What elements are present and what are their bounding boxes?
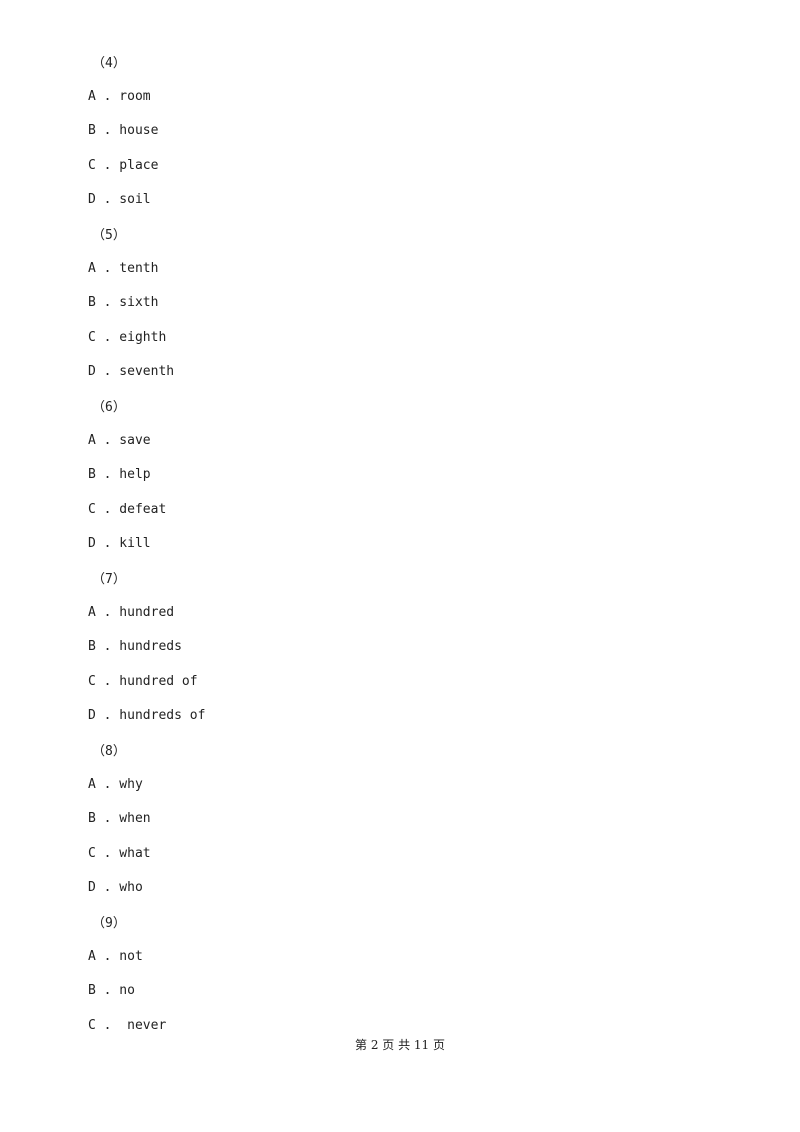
answer-option: A . tenth bbox=[88, 261, 159, 276]
answer-option: B . sixth bbox=[88, 295, 159, 311]
question-number: （9） bbox=[92, 916, 126, 931]
answer-option: A . room bbox=[88, 89, 151, 104]
answer-option: A . save bbox=[88, 433, 151, 448]
answer-option: C . eighth bbox=[88, 329, 167, 345]
answer-option: B . no bbox=[88, 983, 135, 999]
answer-option: A . why bbox=[88, 777, 143, 792]
answer-option: D . seventh bbox=[88, 364, 175, 380]
answer-option: C . never bbox=[88, 1017, 167, 1033]
answer-option: C . defeat bbox=[88, 501, 167, 517]
answer-option: C . hundred of bbox=[88, 673, 198, 689]
question-number: （7） bbox=[92, 572, 126, 587]
answer-option: B . when bbox=[88, 811, 151, 827]
answer-option: B . house bbox=[88, 123, 159, 139]
answer-option: A . hundred bbox=[88, 605, 175, 620]
answer-option: B . hundreds bbox=[88, 639, 182, 655]
question-number: （8） bbox=[92, 744, 126, 759]
answer-option: C . place bbox=[88, 157, 159, 173]
question-number: （5） bbox=[92, 228, 126, 243]
answer-option: D . who bbox=[88, 880, 143, 896]
question-number: （6） bbox=[92, 400, 126, 415]
answer-option: C . what bbox=[88, 845, 151, 861]
answer-option: A . not bbox=[88, 949, 143, 964]
page-footer: 第 2 页 共 11 页 bbox=[355, 1038, 445, 1052]
question-number: （4） bbox=[92, 56, 126, 71]
answer-option: D . soil bbox=[88, 192, 151, 208]
answer-option: D . kill bbox=[88, 536, 151, 552]
answer-option: B . help bbox=[88, 467, 151, 483]
answer-option: D . hundreds of bbox=[88, 708, 206, 724]
